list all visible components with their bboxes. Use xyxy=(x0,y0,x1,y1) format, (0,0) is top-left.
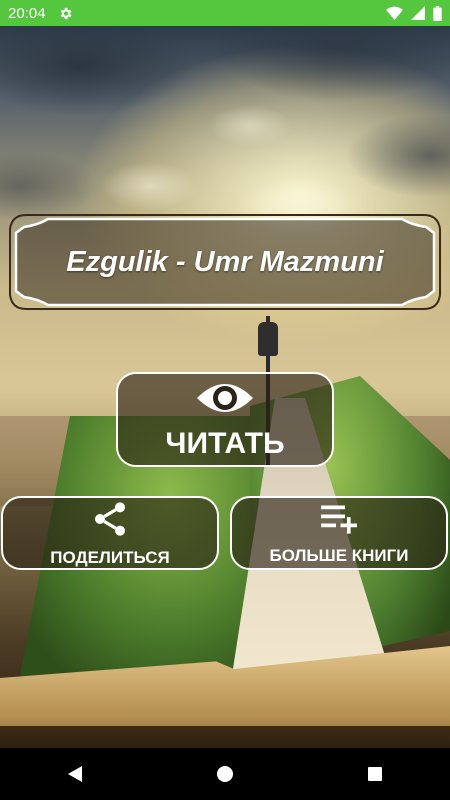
more-books-button[interactable]: БОЛЬШЕ КНИГИ xyxy=(230,496,448,570)
playlist-add-icon xyxy=(318,501,360,542)
settings-icon xyxy=(58,6,73,21)
title-banner: Ezgulik - Umr Mazmuni xyxy=(8,211,442,313)
recents-icon[interactable] xyxy=(355,754,395,794)
read-button-label: ЧИТАТЬ xyxy=(165,427,285,460)
more-books-button-label: БОЛЬШЕ КНИГИ xyxy=(269,545,409,565)
share-button[interactable]: ПОДЕЛИТЬСЯ xyxy=(1,496,219,570)
eye-icon xyxy=(195,378,255,423)
wifi-icon xyxy=(386,6,403,20)
signal-icon xyxy=(411,6,425,20)
read-button[interactable]: ЧИТАТЬ xyxy=(116,372,334,467)
status-time: 20:04 xyxy=(8,4,46,22)
share-icon xyxy=(90,499,130,544)
share-button-label: ПОДЕЛИТЬСЯ xyxy=(50,547,170,567)
home-icon[interactable] xyxy=(205,754,245,794)
navigation-bar xyxy=(0,748,450,800)
status-bar: 20:04 xyxy=(0,0,450,26)
back-icon[interactable] xyxy=(55,754,95,794)
battery-icon xyxy=(433,5,442,21)
page-title: Ezgulik - Umr Mazmuni xyxy=(66,245,384,278)
